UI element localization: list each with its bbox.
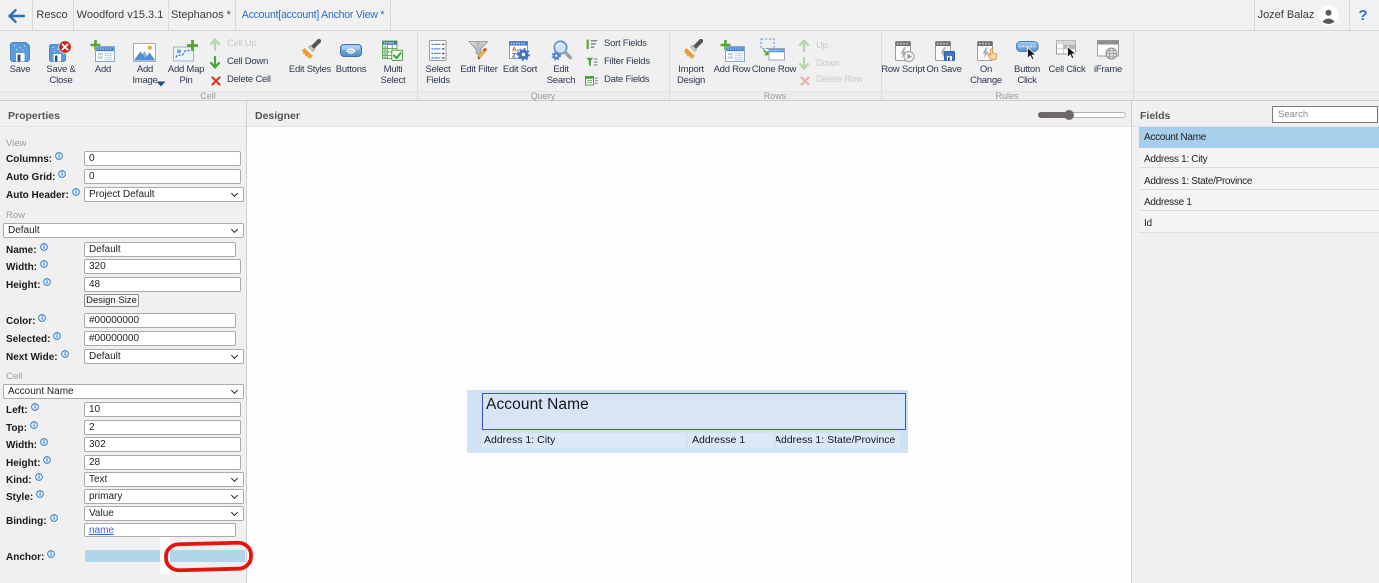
svg-text:Z: Z [512, 53, 516, 60]
